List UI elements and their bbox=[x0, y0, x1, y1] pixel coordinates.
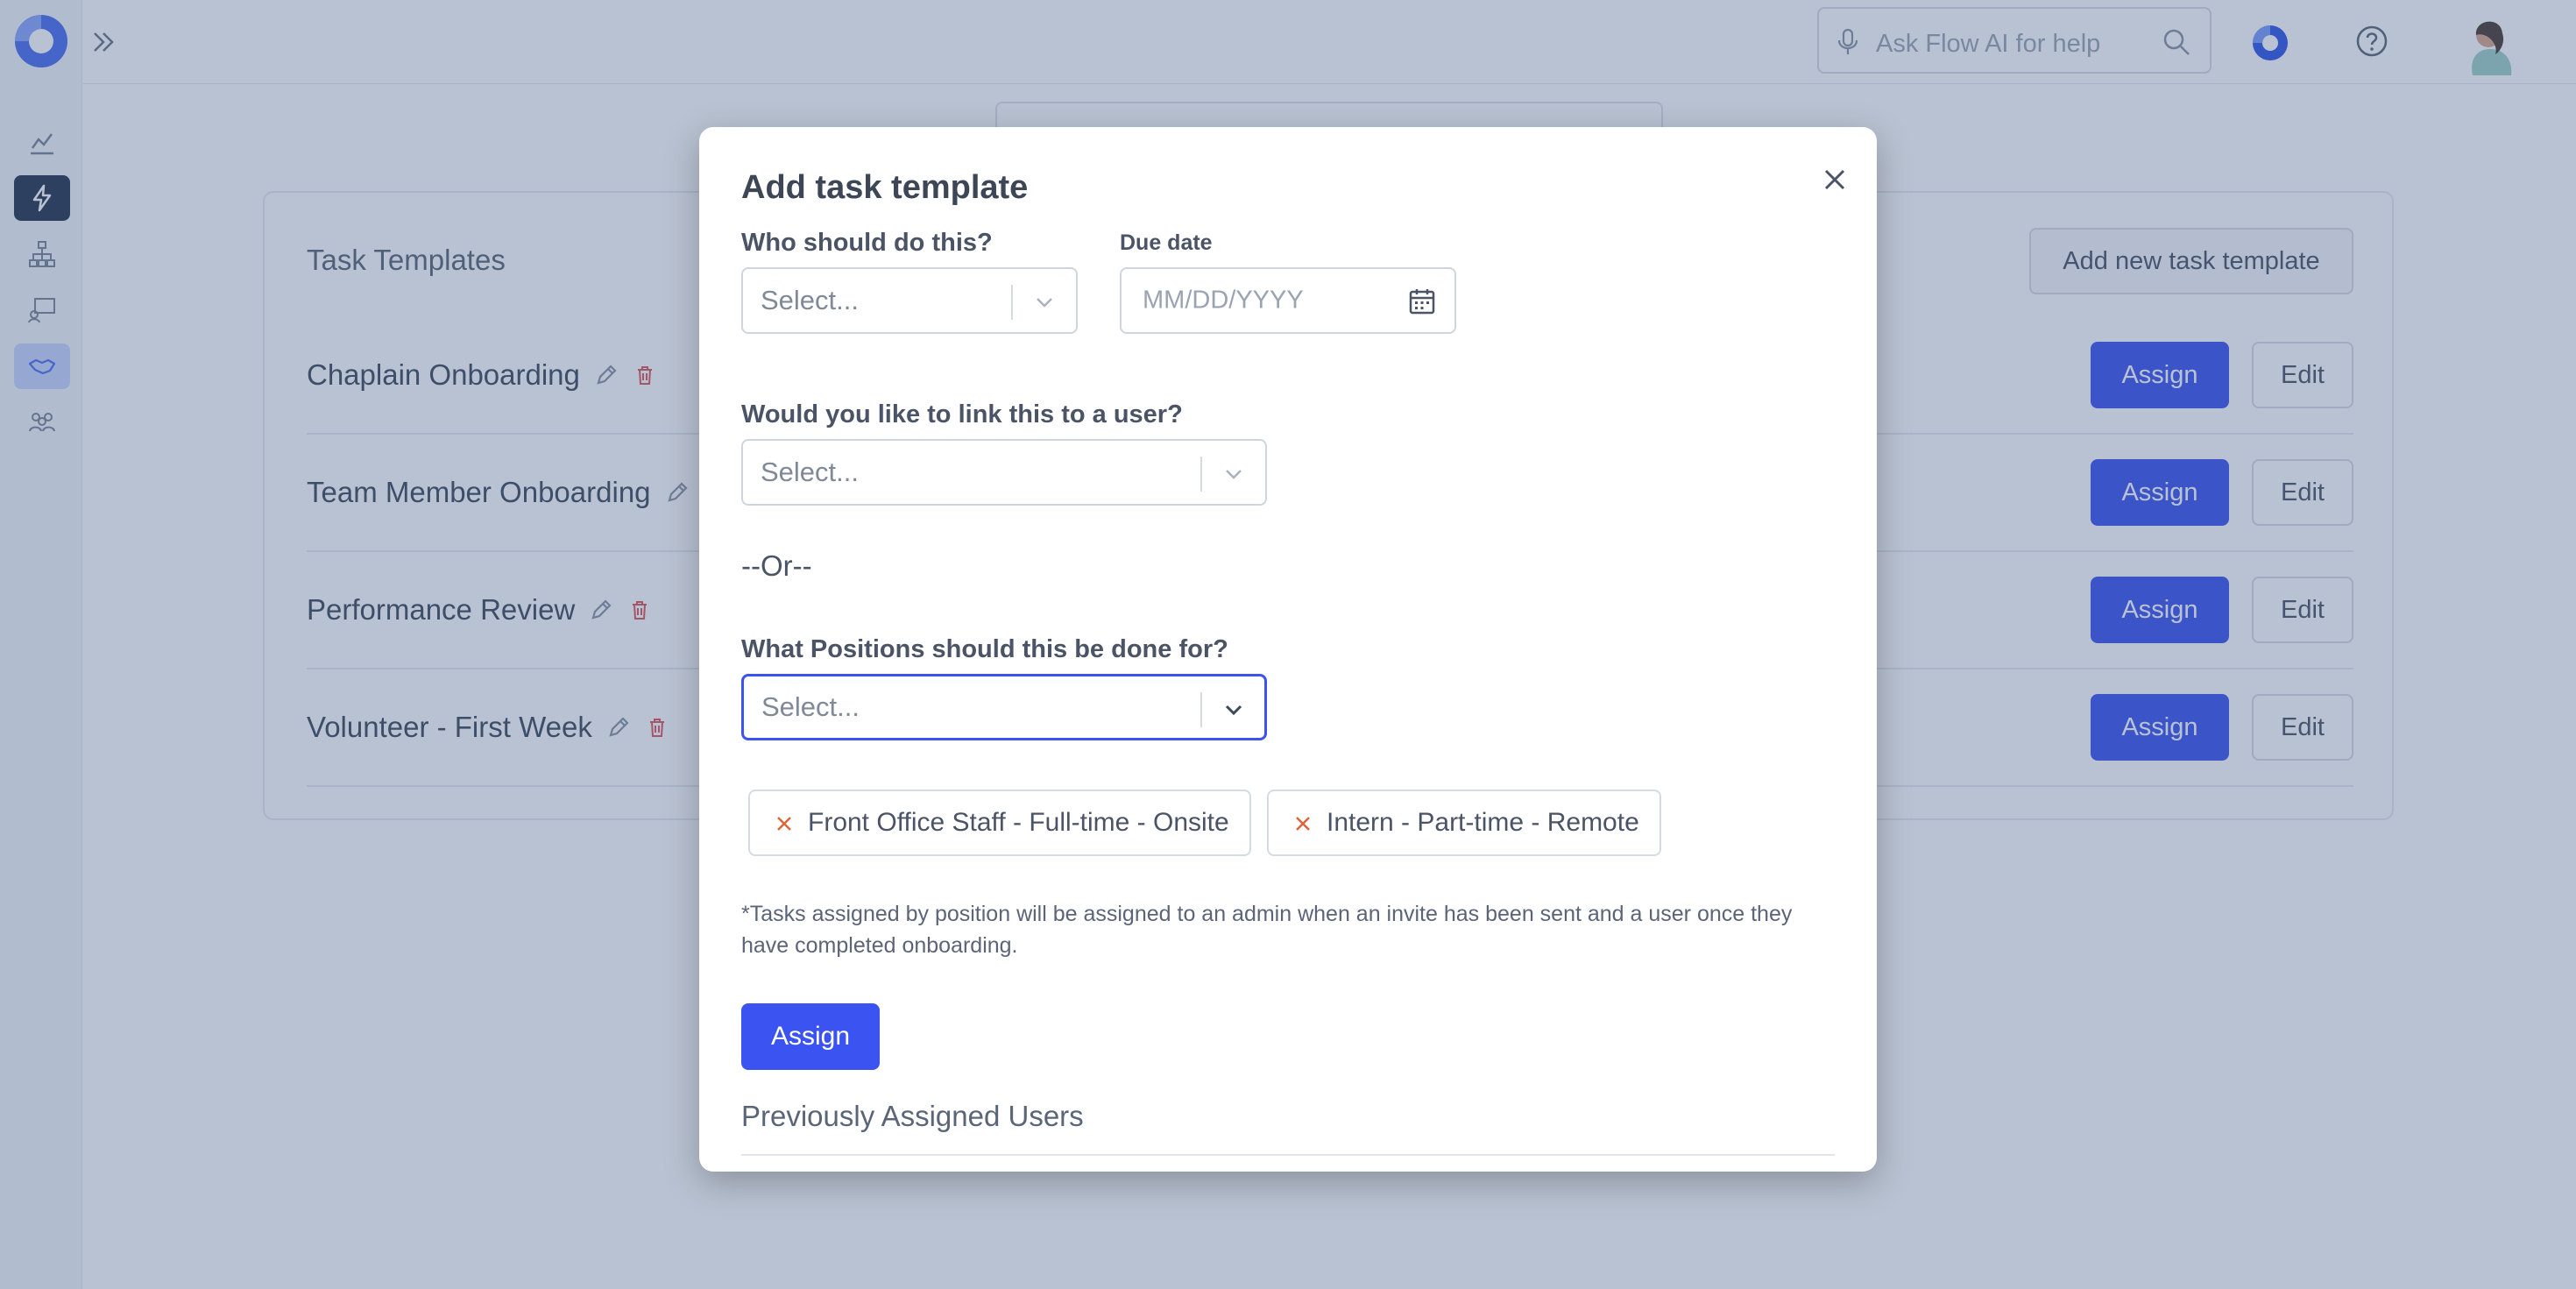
positions-select[interactable]: Select... bbox=[741, 674, 1267, 740]
who-select[interactable]: Select... bbox=[741, 267, 1078, 334]
link-user-placeholder: Select... bbox=[761, 457, 859, 487]
who-select-placeholder: Select... bbox=[761, 285, 859, 315]
calendar-icon[interactable] bbox=[1407, 287, 1437, 316]
previously-assigned-title: Previously Assigned Users bbox=[741, 1100, 1084, 1132]
add-task-template-modal: Add task template Who should do this? Se… bbox=[699, 127, 1877, 1172]
position-assignment-note: *Tasks assigned by position will be assi… bbox=[741, 902, 1793, 958]
remove-chip-icon[interactable] bbox=[775, 814, 794, 833]
or-divider: --Or-- bbox=[741, 549, 812, 582]
due-date-label: Due date bbox=[1120, 230, 1213, 255]
position-chip-label: Intern - Part-time - Remote bbox=[1327, 808, 1639, 837]
position-chip: Front Office Staff - Full-time - Onsite bbox=[748, 790, 1251, 856]
positions-label: What Positions should this be done for? bbox=[741, 635, 1228, 663]
select-separator bbox=[1200, 692, 1202, 727]
chevron-down-icon[interactable] bbox=[1220, 696, 1248, 724]
divider bbox=[741, 1154, 1835, 1156]
select-separator bbox=[1200, 457, 1202, 492]
position-chip: Intern - Part-time - Remote bbox=[1267, 790, 1661, 856]
close-icon[interactable] bbox=[1819, 164, 1851, 195]
link-user-label: Would you like to link this to a user? bbox=[741, 400, 1183, 428]
select-separator bbox=[1011, 285, 1013, 320]
due-date-input[interactable]: MM/DD/YYYY bbox=[1120, 267, 1456, 334]
chevron-down-icon[interactable] bbox=[1030, 288, 1058, 316]
modal-assign-button[interactable]: Assign bbox=[741, 1003, 880, 1070]
link-user-select[interactable]: Select... bbox=[741, 439, 1267, 506]
modal-title: Add task template bbox=[741, 169, 1029, 206]
positions-placeholder: Select... bbox=[761, 691, 860, 722]
position-chip-label: Front Office Staff - Full-time - Onsite bbox=[808, 808, 1229, 837]
who-label: Who should do this? bbox=[741, 229, 993, 257]
due-date-placeholder: MM/DD/YYYY bbox=[1143, 286, 1304, 315]
chevron-down-icon[interactable] bbox=[1220, 460, 1248, 488]
remove-chip-icon[interactable] bbox=[1293, 814, 1313, 833]
